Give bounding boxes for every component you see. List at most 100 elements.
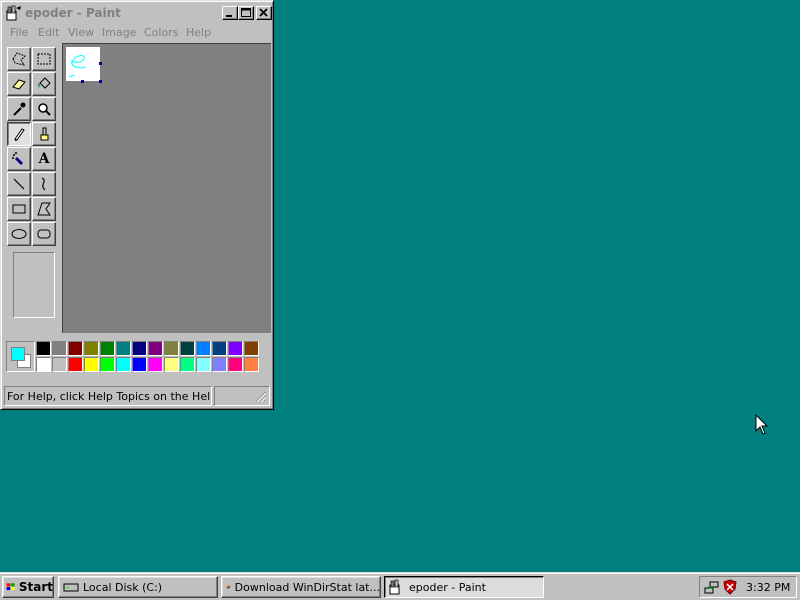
system-tray: 3:32 PM — [699, 576, 797, 598]
menu-view[interactable]: View — [68, 26, 94, 39]
palette-swatch[interactable] — [100, 341, 115, 356]
paint-icon — [389, 579, 400, 595]
minimize-icon — [226, 15, 232, 17]
tool-text[interactable]: A — [32, 147, 56, 171]
palette-swatch[interactable] — [100, 357, 115, 372]
palette-swatch[interactable] — [212, 357, 227, 372]
window-title: epoder - Paint — [25, 6, 121, 20]
eraser-icon — [12, 79, 26, 90]
firefox-icon — [226, 584, 231, 590]
status-help-text: For Help, click Help Topics on the Help … — [4, 386, 212, 406]
tool-options-box[interactable] — [13, 252, 55, 318]
resize-grip-icon[interactable] — [255, 391, 267, 403]
menu-file[interactable]: File — [10, 26, 28, 39]
tool-select[interactable] — [32, 47, 56, 71]
tool-rounded-rectangle[interactable] — [32, 222, 56, 246]
menu-edit[interactable]: Edit — [38, 26, 59, 39]
palette-swatch[interactable] — [180, 341, 195, 356]
palette-swatch[interactable] — [228, 357, 243, 372]
resize-handle-corner[interactable] — [99, 80, 102, 83]
tool-airbrush[interactable] — [7, 147, 31, 171]
rectangle-icon — [12, 204, 26, 214]
tool-polygon[interactable] — [32, 197, 56, 221]
palette-swatch[interactable] — [148, 341, 163, 356]
menu-colors[interactable]: Colors — [144, 26, 178, 39]
network-icon[interactable] — [704, 579, 720, 595]
palette-swatch[interactable] — [36, 357, 51, 372]
tool-pick-color[interactable] — [7, 97, 31, 121]
status-bar: For Help, click Help Topics on the Help … — [3, 386, 271, 406]
mouse-cursor-icon — [755, 414, 769, 435]
tool-line[interactable] — [7, 172, 31, 196]
magnifier-icon — [38, 103, 51, 116]
line-icon — [13, 178, 25, 190]
airbrush-icon — [12, 152, 23, 165]
start-button[interactable]: Start — [2, 576, 54, 598]
paint-app-icon — [6, 5, 21, 21]
pick-color-icon — [13, 102, 26, 116]
palette-swatch[interactable] — [52, 341, 67, 356]
resize-handle-right[interactable] — [99, 62, 102, 65]
foreground-color-swatch — [11, 347, 25, 361]
palette-swatch[interactable] — [148, 357, 163, 372]
drawing-canvas[interactable] — [66, 47, 100, 81]
taskbar-label: Download WinDirStat lat... — [234, 580, 380, 594]
color-palette — [4, 339, 270, 375]
menu-help[interactable]: Help — [186, 26, 211, 39]
tool-eraser[interactable] — [7, 72, 31, 96]
curve-icon — [41, 177, 46, 191]
palette-swatch[interactable] — [244, 357, 259, 372]
tool-pencil[interactable] — [7, 122, 31, 146]
tool-fill[interactable] — [32, 72, 56, 96]
clock[interactable]: 3:32 PM — [746, 581, 790, 594]
taskbar-button-paint[interactable]: epoder - Paint — [384, 576, 544, 598]
palette-swatch[interactable] — [36, 341, 51, 356]
status-coordinates — [214, 386, 270, 406]
tool-rectangle[interactable] — [7, 197, 31, 221]
taskbar-label: Local Disk (C:) — [83, 580, 163, 594]
palette-swatch[interactable] — [68, 357, 83, 372]
palette-swatch[interactable] — [84, 341, 99, 356]
menu-bar: File Edit View Image Colors Help — [3, 23, 271, 42]
canvas-drawing — [68, 55, 87, 78]
palette-swatch[interactable] — [132, 341, 147, 356]
resize-handle-bottom[interactable] — [81, 80, 84, 83]
palette-swatch[interactable] — [196, 357, 211, 372]
title-bar[interactable]: epoder - Paint — [3, 3, 272, 22]
canvas-area[interactable] — [62, 43, 271, 333]
palette-swatch[interactable] — [116, 357, 131, 372]
palette-swatch[interactable] — [212, 341, 227, 356]
tool-magnifier[interactable] — [32, 97, 56, 121]
windows-logo-icon — [6, 583, 15, 591]
tool-free-form-select[interactable] — [7, 47, 31, 71]
tool-curve[interactable] — [32, 172, 56, 196]
palette-swatch[interactable] — [132, 357, 147, 372]
palette-swatch[interactable] — [164, 341, 179, 356]
maximize-button[interactable] — [238, 6, 254, 20]
maximize-icon — [241, 8, 251, 17]
palette-swatch[interactable] — [116, 341, 131, 356]
taskbar-button-firefox[interactable]: Download WinDirStat lat... — [221, 576, 381, 598]
ellipse-icon — [11, 229, 27, 239]
close-icon — [259, 8, 268, 17]
menu-image[interactable]: Image — [102, 26, 136, 39]
palette-swatch[interactable] — [244, 341, 259, 356]
close-button[interactable] — [256, 6, 272, 20]
color-preview — [6, 341, 35, 372]
palette-swatch[interactable] — [180, 357, 195, 372]
text-icon: A — [38, 151, 50, 167]
palette-swatch[interactable] — [228, 341, 243, 356]
tool-ellipse[interactable] — [7, 222, 31, 246]
taskbar: Start Local Disk (C:) Download WinDirSta… — [0, 572, 800, 600]
tool-brush[interactable] — [32, 122, 56, 146]
minimize-button[interactable] — [222, 6, 238, 20]
palette-swatch[interactable] — [164, 357, 179, 372]
security-shield-icon[interactable] — [722, 579, 738, 595]
taskbar-button-local-disk[interactable]: Local Disk (C:) — [58, 576, 218, 598]
palette-swatch[interactable] — [68, 341, 83, 356]
palette-swatch[interactable] — [196, 341, 211, 356]
palette-swatch[interactable] — [84, 357, 99, 372]
taskbar-label: epoder - Paint — [409, 580, 486, 594]
free-form-select-icon — [12, 52, 26, 66]
palette-swatch[interactable] — [52, 357, 67, 372]
